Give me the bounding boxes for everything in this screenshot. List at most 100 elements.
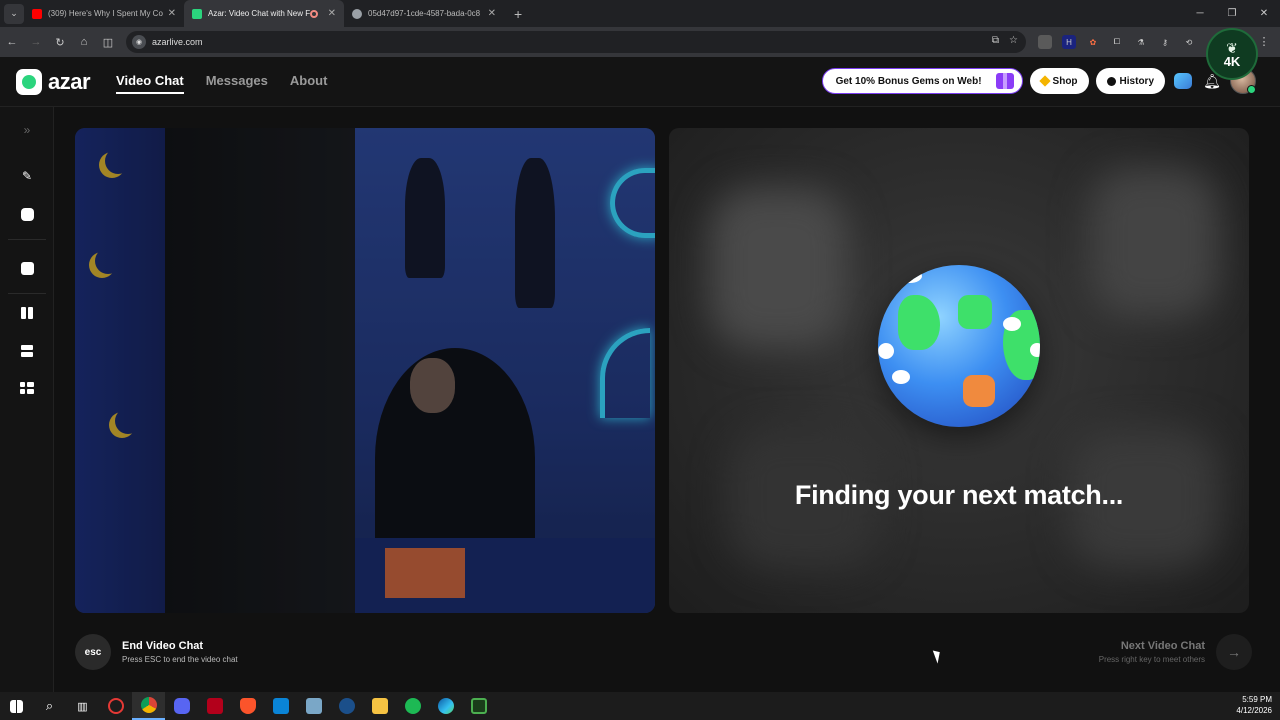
match-search-panel: Finding your next match... (669, 128, 1249, 613)
mail-icon[interactable] (264, 692, 297, 720)
home-icon[interactable]: ⌂ (72, 36, 96, 48)
left-sidebar: » ✎ (0, 107, 54, 692)
extension-icon[interactable]: H (1062, 35, 1076, 49)
steam-icon[interactable] (330, 692, 363, 720)
restore-icon[interactable]: ❐ (1216, 8, 1248, 19)
history-label: History (1119, 75, 1154, 87)
finding-match-status: Finding your next match... (794, 480, 1124, 510)
install-app-icon[interactable]: ⧉ (992, 35, 999, 46)
flask-icon[interactable]: ⚗ (1134, 35, 1148, 49)
new-tab-icon[interactable]: + (514, 6, 522, 22)
extension-icon[interactable]: ✿ (1086, 35, 1100, 49)
video-chat-main: Finding your next match... esc End Video… (54, 107, 1280, 692)
back-icon[interactable]: ← (0, 36, 24, 48)
end-chat-subtitle: Press ESC to end the video chat (122, 655, 238, 664)
streamer-watermark-logo: ❦ 4K (1206, 28, 1258, 80)
puzzle-icon[interactable]: ⧠ (1110, 35, 1124, 49)
minimize-icon[interactable]: ─ (1184, 8, 1216, 19)
bonus-gems-promo-button[interactable]: Get 10% Bonus Gems on Web! (821, 68, 1023, 94)
bookmark-star-icon[interactable]: ☆ (1009, 35, 1018, 46)
spotify-icon[interactable] (396, 692, 429, 720)
watermark-text: 4K (1223, 53, 1241, 69)
chat-bubble-icon (1174, 73, 1192, 89)
browser-toolbar: ← → ↻ ⌂ ◫ ◉ azarlive.com ⧉ ☆ H ✿ ⧠ ⚗ ⚷ ⟲… (0, 27, 1280, 57)
file-explorer-icon[interactable] (363, 692, 396, 720)
promo-label: Get 10% Bonus Gems on Web! (835, 75, 982, 87)
next-video-chat-control[interactable]: Next Video Chat Press right key to meet … (1099, 634, 1252, 670)
swap-camera-icon[interactable] (18, 259, 36, 277)
layout-stacked-icon[interactable] (18, 342, 36, 360)
task-view-icon[interactable]: ▥ (66, 692, 99, 720)
site-info-icon[interactable]: ◉ (132, 35, 146, 49)
gift-icon (995, 73, 1014, 89)
tab-title: 05d47d97-1cde-4587-bada-0c8 (368, 9, 481, 18)
globe-favicon-icon (352, 8, 362, 19)
online-status-dot (1247, 85, 1256, 94)
nav-video-chat[interactable]: Video Chat (116, 69, 184, 94)
photos-icon[interactable] (297, 692, 330, 720)
forward-icon[interactable]: → (24, 36, 48, 48)
end-video-chat-control[interactable]: esc End Video Chat Press ESC to end the … (75, 634, 238, 670)
nav-messages[interactable]: Messages (206, 69, 268, 94)
browser-tab[interactable]: (309) Here's Why I Spent My Co ✕ (24, 0, 184, 27)
close-tab-icon[interactable]: ✕ (168, 8, 176, 19)
next-chat-subtitle: Press right key to meet others (1098, 655, 1205, 664)
face-filter-icon[interactable] (18, 205, 36, 223)
chrome-icon[interactable] (132, 692, 165, 720)
extensions-area: H ✿ ⧠ ⚗ ⚷ ⟲ (1038, 35, 1196, 49)
sidebar-divider (8, 239, 46, 240)
tab-search-button[interactable]: ⌄ (4, 3, 24, 24)
system-clock[interactable]: 5:59 PM 4/12/2026 (1236, 694, 1272, 716)
close-tab-icon[interactable]: ✕ (488, 8, 496, 19)
close-window-icon[interactable]: ✕ (1248, 8, 1280, 19)
shop-button[interactable]: Shop (1029, 68, 1089, 94)
globe-icon (878, 265, 1040, 427)
expand-sidebar-icon[interactable]: » (18, 121, 36, 139)
close-tab-icon[interactable]: ✕ (328, 8, 336, 19)
nav-about[interactable]: About (290, 69, 328, 94)
window-controls: ─ ❐ ✕ (1184, 0, 1280, 27)
tab-title: (309) Here's Why I Spent My Co (48, 9, 163, 18)
windows-taskbar: ⌕ ▥ 5:59 PM 4/12/2026 (0, 692, 1280, 720)
eagle-icon: ❦ (1226, 39, 1238, 56)
layout-grid-icon[interactable] (18, 379, 36, 397)
azar-logo[interactable]: azar (16, 68, 91, 95)
youtube-favicon-icon (32, 8, 42, 19)
brave-icon[interactable] (231, 692, 264, 720)
address-bar[interactable]: ◉ azarlive.com ⧉ ☆ (126, 31, 1026, 53)
top-navigation: Video Chat Messages About (116, 69, 327, 94)
layout-side-by-side-icon[interactable] (18, 304, 36, 322)
key-icon[interactable]: ⚷ (1158, 35, 1172, 49)
app-icon[interactable] (99, 692, 132, 720)
browser-tab[interactable]: 05d47d97-1cde-4587-bada-0c8 ✕ (344, 0, 504, 27)
chat-bubble-button[interactable] (1172, 70, 1194, 92)
esc-key-button[interactable]: esc (75, 634, 111, 670)
clock-date: 4/12/2026 (1236, 706, 1272, 715)
browser-tab-active[interactable]: Azar: Video Chat with New F ✕ (184, 0, 344, 27)
app-header: azar Video Chat Messages About Get 10% B… (0, 57, 1280, 107)
history-icon[interactable]: ⟲ (1182, 35, 1196, 49)
history-button[interactable]: History (1095, 68, 1165, 94)
gem-icon (1038, 75, 1051, 87)
adobe-icon[interactable] (198, 692, 231, 720)
tab-title: Azar: Video Chat with New F (208, 9, 310, 18)
discord-icon[interactable] (165, 692, 198, 720)
end-chat-title: End Video Chat (122, 640, 204, 652)
azar-favicon-icon (192, 8, 202, 19)
reload-icon[interactable]: ↻ (48, 36, 72, 49)
sidebar-divider (8, 293, 46, 294)
extension-icon[interactable] (1038, 35, 1052, 49)
recording-indicator-icon (309, 9, 318, 18)
browser-tab-bar: ⌄ (309) Here's Why I Spent My Co ✕ Azar:… (0, 0, 1280, 27)
terminal-icon[interactable] (462, 692, 495, 720)
windows-start-icon[interactable] (0, 692, 33, 720)
edge-icon[interactable] (429, 692, 462, 720)
azar-logo-icon (16, 68, 42, 95)
magic-wand-icon[interactable]: ✎ (18, 167, 36, 185)
clock-icon (1106, 76, 1116, 86)
arrow-right-icon[interactable]: → (1216, 634, 1252, 670)
search-icon[interactable]: ⌕ (33, 692, 66, 720)
split-view-icon[interactable]: ◫ (96, 36, 120, 49)
next-chat-title: Next Video Chat (1120, 640, 1205, 652)
logo-text: azar (48, 68, 91, 94)
